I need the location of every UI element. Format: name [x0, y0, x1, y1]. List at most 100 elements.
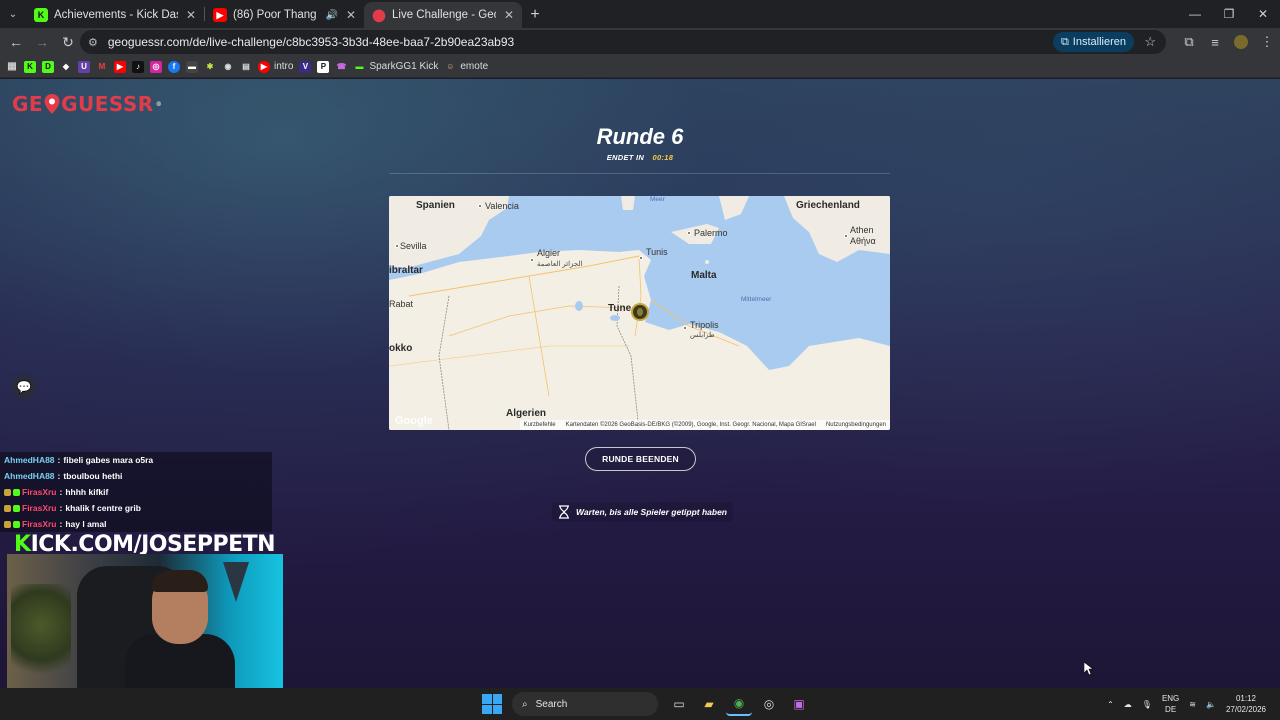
bookmark-emote[interactable]: ☺ emote	[444, 58, 488, 76]
tab-geoguessr[interactable]: ⬤ Live Challenge - GeoGuessr ✕	[364, 2, 522, 28]
volume-icon[interactable]: 🔈	[1206, 700, 1216, 709]
doc-icon: ▤	[242, 62, 250, 71]
chat-message: hhhh kifkif	[65, 487, 109, 497]
toolbar-right: ⧉ ≡ ⋮	[1176, 28, 1280, 56]
bookmark-apps[interactable]: ▦	[6, 58, 18, 76]
bookmark-d[interactable]: D	[42, 58, 54, 76]
location-pin-icon	[44, 94, 60, 114]
bookmark-tiktok[interactable]: ♪	[132, 58, 144, 76]
close-window-icon[interactable]: ✕	[1246, 0, 1280, 28]
extensions-icon[interactable]: ⧉	[1176, 29, 1202, 55]
map-label-athen: Athen	[850, 225, 874, 235]
phone-icon: ☎	[336, 62, 347, 71]
chat-badge-icon	[13, 504, 20, 512]
map-label-tripolis: Tripolis	[690, 320, 719, 330]
language-indicator[interactable]: ENG DE	[1162, 693, 1179, 715]
taskbar-search[interactable]: ⌕ Search	[512, 692, 658, 716]
back-icon[interactable]: ←	[4, 30, 28, 54]
divider	[389, 173, 890, 174]
chat-line: AhmedHA88: tboulbou hethi	[4, 471, 123, 481]
bookmark-gmail[interactable]: M	[96, 58, 108, 76]
pennant-decoration	[223, 562, 249, 602]
system-tray: ⌃ ☁ 🎙 ENG DE ≋ 🔈 01:12 27/02/2026	[1107, 688, 1266, 720]
microphone-icon[interactable]: 🎙	[1142, 700, 1152, 709]
bookmark-youtube[interactable]: ▶	[114, 58, 126, 76]
chrome-icon[interactable]: ◉	[726, 692, 752, 716]
wifi-icon[interactable]: ≋	[1189, 700, 1196, 709]
bookmark-generic[interactable]: ▬	[186, 58, 198, 76]
close-icon[interactable]: ✕	[496, 8, 514, 22]
speaker-icon[interactable]: 🔊	[325, 10, 337, 21]
bookmark-twitch[interactable]: U	[78, 58, 90, 76]
player-guess-marker[interactable]	[631, 303, 649, 321]
tab-kick-dashboard[interactable]: K Achievements - Kick Dashboard ✕	[26, 2, 204, 28]
profile-avatar[interactable]	[1228, 29, 1254, 55]
terms-link[interactable]: Nutzungsbedingungen	[826, 422, 886, 428]
bookmark-instagram[interactable]: ◎	[150, 58, 162, 76]
end-round-button[interactable]: RUNDE BEENDEN	[585, 447, 696, 471]
map-label-mittelmeer: Mittelmeer	[741, 296, 772, 303]
city-dot	[687, 231, 691, 235]
round-timer: ENDET IN 00:18	[0, 153, 1280, 162]
cloud-icon[interactable]: ☁	[1124, 700, 1132, 709]
bookmark-v[interactable]: V	[299, 58, 312, 76]
chevron-up-icon[interactable]: ⌃	[1107, 700, 1114, 709]
waiting-status: Warten, bis alle Spieler getippt haben	[552, 502, 733, 522]
plant-icon: ✱	[206, 62, 214, 71]
bookmark-phone[interactable]: ☎	[335, 58, 347, 76]
diamond-icon: ◆	[62, 62, 70, 71]
v-icon: V	[299, 60, 312, 73]
reload-icon[interactable]: ↻	[56, 30, 80, 54]
bookmark-ring[interactable]: ◉	[222, 58, 234, 76]
chat-user: FirasXru	[22, 503, 57, 513]
city-dot	[395, 244, 399, 248]
map-label-rabat: Rabat	[389, 299, 414, 309]
forward-icon[interactable]: →	[30, 30, 54, 54]
chat-toggle-button[interactable]: 💬	[12, 375, 36, 399]
bookmark-label: emote	[460, 61, 489, 72]
install-app-button[interactable]: ⧉ Installieren	[1052, 32, 1134, 52]
keyboard-shortcuts-link[interactable]: Kurzbefehle	[524, 422, 556, 428]
bookmark-sparkgg[interactable]: ▬ SparkGG1 Kick	[353, 58, 438, 76]
bookmark-doc[interactable]: ▤	[240, 58, 252, 76]
close-icon[interactable]: ✕	[338, 8, 356, 22]
chat-badge-icon	[4, 504, 11, 512]
address-bar[interactable]: ⚙ geoguessr.com/de/live-challenge/c8bc39…	[80, 30, 1166, 54]
chat-badge-icon	[13, 488, 20, 496]
windows-start-icon[interactable]	[482, 694, 502, 714]
bookmark-p[interactable]: P	[317, 58, 330, 76]
city-dot	[683, 326, 687, 330]
lang-top: ENG	[1161, 694, 1180, 703]
round-title: Runde 6	[596, 124, 684, 149]
bookmark-intro[interactable]: ▶ intro	[258, 58, 293, 76]
timer-value: 00:18	[652, 153, 674, 162]
task-view-icon[interactable]: ▭	[666, 692, 692, 716]
minimize-icon[interactable]: —	[1178, 0, 1212, 28]
bookmark-facebook[interactable]: f	[168, 58, 180, 76]
app-purple-icon[interactable]: ▣	[786, 692, 812, 716]
tab-youtube[interactable]: ▶ (86) Poor Thang - YouTube 🔊 ✕	[205, 2, 364, 28]
site-info-icon[interactable]: ⚙	[88, 36, 98, 49]
geoguessr-logo[interactable]: GE GUESSR ®	[12, 92, 162, 116]
plant-decoration	[11, 584, 71, 688]
file-explorer-icon[interactable]: ▰	[696, 692, 722, 716]
new-tab-button[interactable]: +	[522, 2, 548, 28]
bookmarks-bar: ▦ K D ◆ U M ▶ ♪ ◎ f ▬ ✱ ◉ ▤ ▶ intro V P ☎…	[0, 56, 1280, 78]
bookmark-plant[interactable]: ✱	[204, 58, 216, 76]
close-icon[interactable]: ✕	[178, 8, 196, 22]
city-dot	[844, 234, 848, 238]
guess-map[interactable]: Spanien Valencia Meer Griechenland Sevil…	[389, 196, 890, 430]
tab-search-icon[interactable]: ⌄	[0, 0, 26, 28]
url-text: geoguessr.com/de/live-challenge/c8bc3953…	[107, 35, 515, 49]
restore-icon[interactable]: ❐	[1212, 0, 1246, 28]
clock[interactable]: 01:12 27/02/2026	[1226, 693, 1266, 715]
menu-icon[interactable]: ⋮	[1254, 29, 1280, 55]
bookmark-kick[interactable]: K	[24, 58, 36, 76]
instagram-icon: ◎	[150, 60, 162, 73]
bookmark-star-icon[interactable]: ☆	[1144, 34, 1156, 50]
bookmark-diamond[interactable]: ◆	[60, 58, 72, 76]
obs-icon[interactable]: ◎	[756, 692, 782, 716]
chat-badge-icon	[4, 488, 11, 496]
media-control-icon[interactable]: ≡	[1202, 29, 1228, 55]
streamer-webcam	[7, 554, 283, 688]
